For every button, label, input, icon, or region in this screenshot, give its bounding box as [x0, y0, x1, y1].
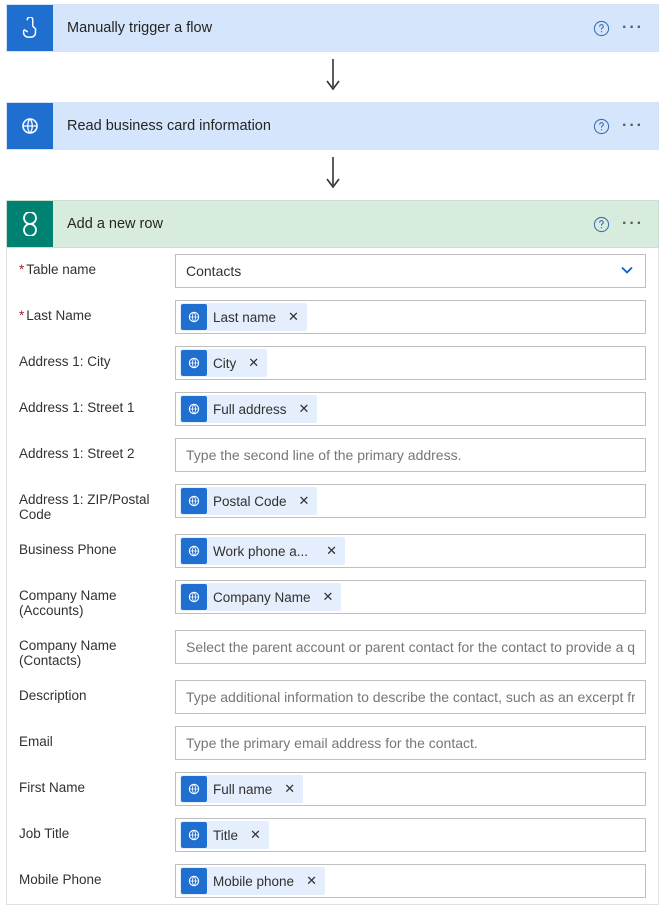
input-first-name[interactable]: Full name ✕: [175, 772, 646, 806]
help-icon[interactable]: [593, 118, 610, 135]
dynamic-content-icon: [181, 584, 207, 610]
label-street2: Address 1: Street 2: [19, 438, 175, 461]
input-zip[interactable]: Postal Code ✕: [175, 484, 646, 518]
step-manually-trigger: Manually trigger a flow ···: [6, 4, 659, 52]
remove-token[interactable]: ✕: [320, 543, 343, 559]
label-zip: Address 1: ZIP/Postal Code: [19, 484, 175, 522]
dynamic-content-icon: [181, 776, 207, 802]
ai-icon: [7, 103, 53, 149]
label-mobile-phone: Mobile Phone: [19, 864, 175, 887]
input-city[interactable]: City ✕: [175, 346, 646, 380]
row-zip: Address 1: ZIP/Postal Code Postal Code ✕: [7, 478, 658, 528]
trigger-icon: [7, 5, 53, 51]
row-company-accounts: Company Name (Accounts) Company Name ✕: [7, 574, 658, 624]
row-last-name: Last Name Last name ✕: [7, 294, 658, 340]
more-menu[interactable]: ···: [622, 215, 644, 233]
label-table-name: Table name: [19, 254, 175, 277]
step-title: Add a new row: [53, 216, 593, 232]
token-company-name[interactable]: Company Name ✕: [180, 583, 341, 611]
row-city: Address 1: City City ✕: [7, 340, 658, 386]
input-email[interactable]: [175, 726, 646, 760]
step-read-business-card: Read business card information ···: [6, 102, 659, 150]
step-header[interactable]: Read business card information ···: [7, 103, 658, 149]
remove-token[interactable]: ✕: [244, 827, 267, 843]
row-description: Description: [7, 674, 658, 720]
input-street1[interactable]: Full address ✕: [175, 392, 646, 426]
dynamic-content-icon: [181, 350, 207, 376]
input-job-title[interactable]: Title ✕: [175, 818, 646, 852]
label-description: Description: [19, 680, 175, 703]
token-mobile-phone[interactable]: Mobile phone ✕: [180, 867, 325, 895]
remove-token[interactable]: ✕: [282, 309, 305, 325]
token-title[interactable]: Title ✕: [180, 821, 269, 849]
help-icon[interactable]: [593, 216, 610, 233]
connector-arrow: [6, 150, 659, 200]
remove-token[interactable]: ✕: [278, 781, 301, 797]
token-city[interactable]: City ✕: [180, 349, 267, 377]
dynamic-content-icon: [181, 488, 207, 514]
dynamic-content-icon: [181, 538, 207, 564]
dropdown-value: Contacts: [186, 263, 241, 279]
input-description[interactable]: [175, 680, 646, 714]
form-body: Table name Contacts Last Name Last name …: [6, 248, 659, 905]
row-first-name: First Name Full name ✕: [7, 766, 658, 812]
more-menu[interactable]: ···: [622, 117, 644, 135]
input-last-name[interactable]: Last name ✕: [175, 300, 646, 334]
remove-token[interactable]: ✕: [242, 355, 265, 371]
dataverse-icon: [7, 201, 53, 247]
label-first-name: First Name: [19, 772, 175, 795]
row-table-name: Table name Contacts: [7, 248, 658, 294]
chevron-down-icon: [619, 262, 635, 281]
token-postal-code[interactable]: Postal Code ✕: [180, 487, 317, 515]
table-name-dropdown[interactable]: Contacts: [175, 254, 646, 288]
remove-token[interactable]: ✕: [300, 873, 323, 889]
input-business-phone[interactable]: Work phone a... ✕: [175, 534, 646, 568]
step-header[interactable]: Manually trigger a flow ···: [7, 5, 658, 51]
help-icon[interactable]: [593, 20, 610, 37]
label-city: Address 1: City: [19, 346, 175, 369]
dynamic-content-icon: [181, 396, 207, 422]
label-email: Email: [19, 726, 175, 749]
input-company-accounts[interactable]: Company Name ✕: [175, 580, 646, 614]
dynamic-content-icon: [181, 304, 207, 330]
token-full-name[interactable]: Full name ✕: [180, 775, 303, 803]
row-email: Email: [7, 720, 658, 766]
step-title: Read business card information: [53, 118, 593, 134]
label-business-phone: Business Phone: [19, 534, 175, 557]
row-street2: Address 1: Street 2: [7, 432, 658, 478]
token-work-phone[interactable]: Work phone a... ✕: [180, 537, 345, 565]
row-street1: Address 1: Street 1 Full address ✕: [7, 386, 658, 432]
step-header[interactable]: Add a new row ···: [7, 201, 658, 247]
dynamic-content-icon: [181, 822, 207, 848]
step-add-new-row: Add a new row ···: [6, 200, 659, 248]
row-mobile-phone: Mobile Phone Mobile phone ✕: [7, 858, 658, 904]
label-street1: Address 1: Street 1: [19, 392, 175, 415]
label-company-accounts: Company Name (Accounts): [19, 580, 175, 618]
row-business-phone: Business Phone Work phone a... ✕: [7, 528, 658, 574]
label-last-name: Last Name: [19, 300, 175, 323]
dynamic-content-icon: [181, 868, 207, 894]
input-mobile-phone[interactable]: Mobile phone ✕: [175, 864, 646, 898]
input-street2[interactable]: [175, 438, 646, 472]
remove-token[interactable]: ✕: [293, 493, 316, 509]
token-full-address[interactable]: Full address ✕: [180, 395, 317, 423]
input-company-contacts[interactable]: [175, 630, 646, 664]
row-job-title: Job Title Title ✕: [7, 812, 658, 858]
step-title: Manually trigger a flow: [53, 20, 593, 36]
token-last-name[interactable]: Last name ✕: [180, 303, 307, 331]
connector-arrow: [6, 52, 659, 102]
more-menu[interactable]: ···: [622, 19, 644, 37]
remove-token[interactable]: ✕: [293, 401, 316, 417]
remove-token[interactable]: ✕: [317, 589, 340, 605]
label-company-contacts: Company Name (Contacts): [19, 630, 175, 668]
row-company-contacts: Company Name (Contacts): [7, 624, 658, 674]
